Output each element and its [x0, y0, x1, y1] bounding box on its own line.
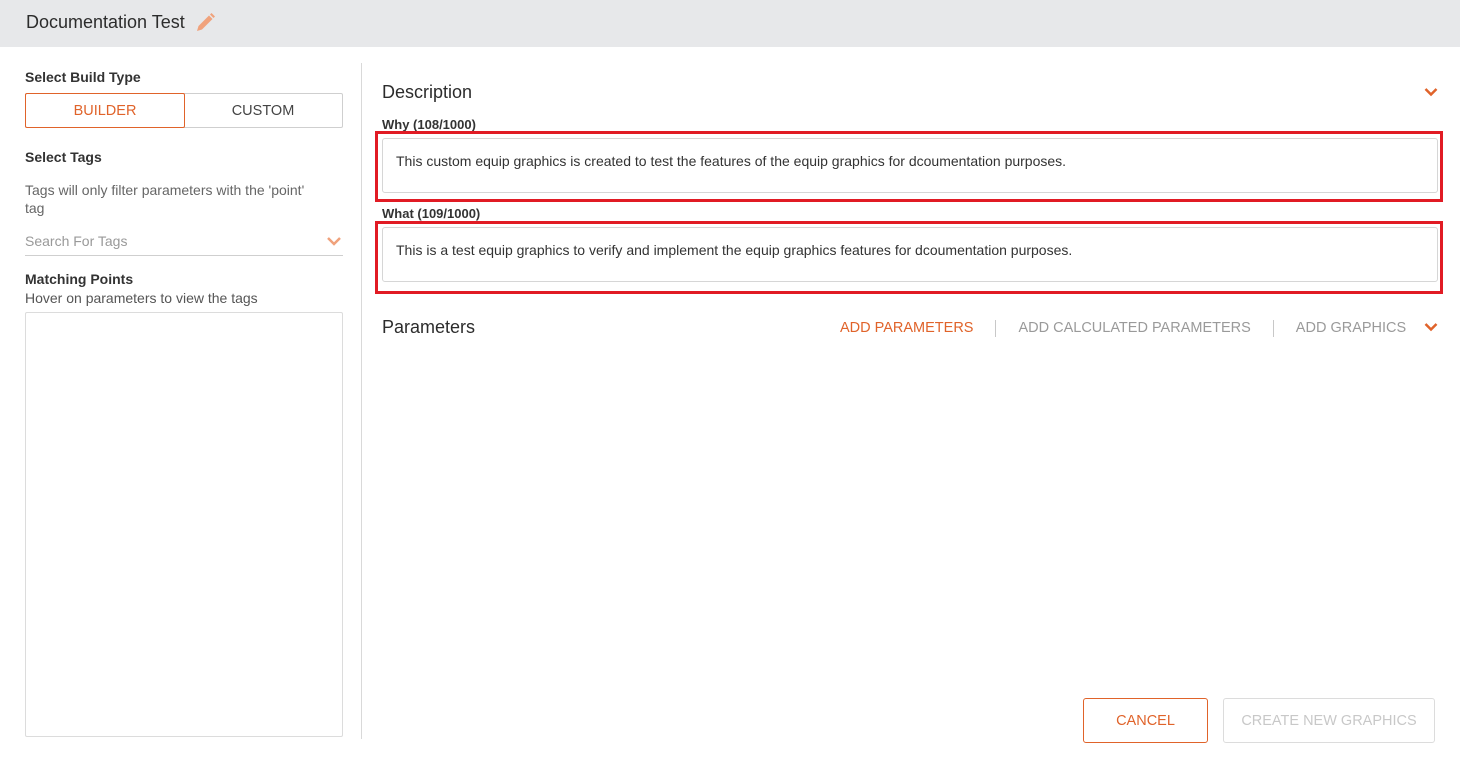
- tags-label: Select Tags: [25, 149, 102, 165]
- left-panel: Select Build Type BUILDER CUSTOM Select …: [0, 47, 362, 767]
- page-title: Documentation Test: [26, 12, 185, 32]
- create-new-graphics-button[interactable]: CREATE NEW GRAPHICS: [1223, 698, 1435, 743]
- matching-points-hint: Hover on parameters to view the tags: [25, 290, 258, 306]
- tags-hint-line2: tag: [25, 200, 45, 216]
- chevron-down-icon[interactable]: [327, 235, 341, 247]
- what-label: What (109/1000): [382, 206, 481, 221]
- page-header: Documentation Test: [0, 0, 1460, 47]
- add-graphics-link[interactable]: ADD GRAPHICS: [1296, 320, 1406, 336]
- parameters-title: Parameters: [382, 317, 476, 337]
- add-calculated-parameters-link[interactable]: ADD CALCULATED PARAMETERS: [1018, 320, 1250, 336]
- separator: [1272, 319, 1274, 337]
- builder-option[interactable]: BUILDER: [25, 93, 185, 128]
- description-title: Description: [382, 82, 473, 102]
- pencil-icon[interactable]: [194, 12, 216, 34]
- add-parameters-link[interactable]: ADD PARAMETERS: [840, 320, 973, 336]
- separator: [995, 319, 997, 337]
- custom-option[interactable]: CUSTOM: [184, 94, 342, 127]
- matching-points-list[interactable]: [25, 312, 343, 737]
- build-type-toggle: BUILDER CUSTOM: [25, 93, 343, 128]
- cancel-button[interactable]: CANCEL: [1083, 698, 1208, 743]
- why-textarea[interactable]: This custom equip graphics is created to…: [382, 138, 1438, 193]
- chevron-down-icon[interactable]: [1424, 322, 1438, 332]
- tag-search-field[interactable]: [25, 229, 343, 256]
- tags-hint-line1: Tags will only filter parameters with th…: [25, 182, 305, 198]
- chevron-down-icon[interactable]: [1424, 87, 1438, 97]
- build-type-label: Select Build Type: [25, 69, 141, 85]
- tag-search-input[interactable]: [25, 229, 315, 253]
- parameters-actions: ADD PARAMETERS ADD CALCULATED PARAMETERS…: [840, 319, 1406, 337]
- panel-divider: [361, 63, 362, 739]
- matching-points-label: Matching Points: [25, 271, 134, 287]
- what-textarea[interactable]: This is a test equip graphics to verify …: [382, 227, 1438, 282]
- why-label: Why (108/1000): [382, 117, 476, 132]
